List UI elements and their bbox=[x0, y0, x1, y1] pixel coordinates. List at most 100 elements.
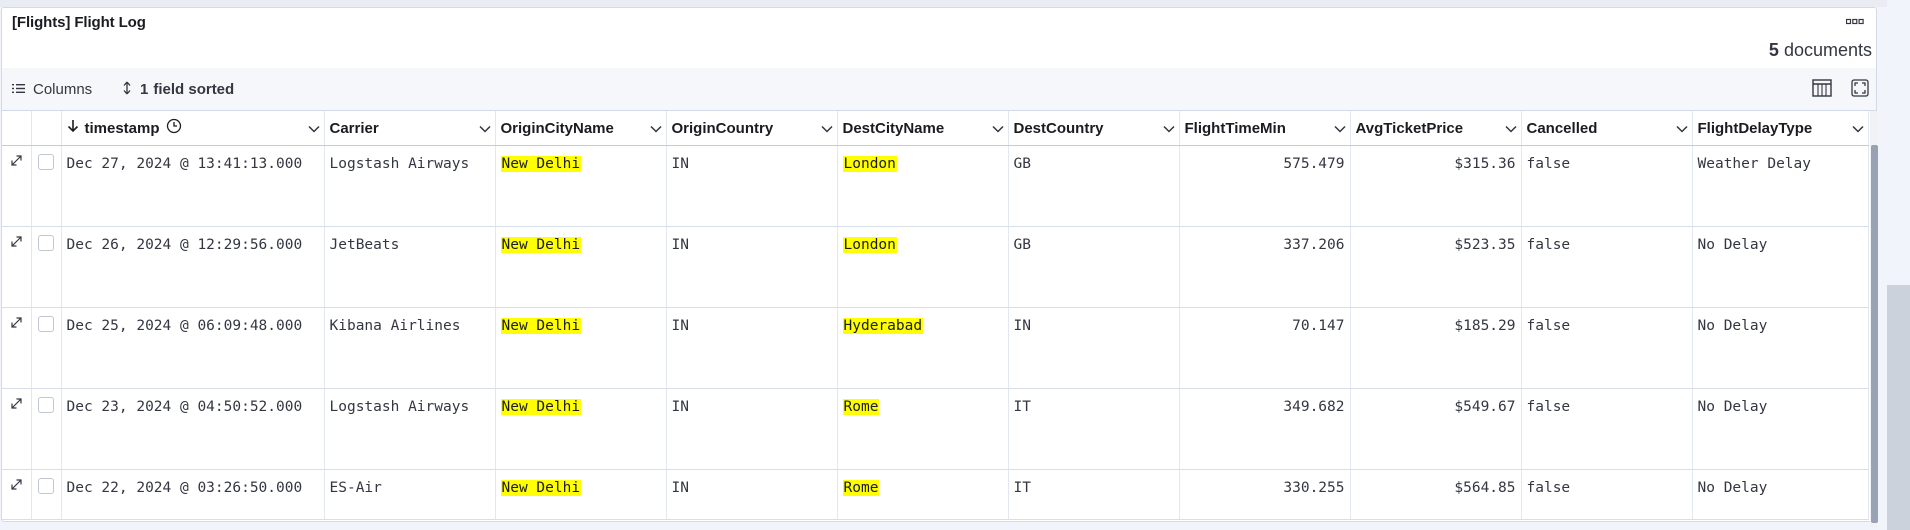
cell-cancelled[interactable]: false bbox=[1521, 307, 1693, 389]
cell-timestamp[interactable]: Dec 22, 2024 @ 03:26:50.000 bbox=[61, 469, 325, 520]
cell-timestamp[interactable]: Dec 23, 2024 @ 04:50:52.000 bbox=[61, 388, 325, 470]
cell-origin-country[interactable]: IN bbox=[666, 388, 838, 470]
cell-origin-city[interactable]: New Delhi bbox=[495, 226, 667, 308]
column-header-delay-type[interactable]: FlightDelayType bbox=[1692, 111, 1869, 146]
expand-row-icon[interactable] bbox=[10, 398, 23, 414]
grid-scrollbar[interactable] bbox=[1870, 111, 1878, 529]
density-button[interactable] bbox=[1810, 78, 1834, 101]
cell-flight-time[interactable]: 349.682 bbox=[1179, 388, 1351, 470]
column-header-ticket-price[interactable]: AvgTicketPrice bbox=[1350, 111, 1522, 146]
cell-delay-type[interactable]: No Delay bbox=[1692, 388, 1869, 470]
expand-row-icon[interactable] bbox=[10, 236, 23, 252]
cell-flight-time[interactable]: 330.255 bbox=[1179, 469, 1351, 520]
cell-delay-type[interactable]: Weather Delay bbox=[1692, 145, 1869, 227]
expand-row-icon[interactable] bbox=[10, 317, 23, 333]
cell-ticket-price[interactable]: $564.85 bbox=[1350, 469, 1522, 520]
page-scrollbar[interactable] bbox=[1887, 0, 1910, 530]
cell-carrier[interactable]: Logstash Airways bbox=[324, 388, 496, 470]
cell-dest-country[interactable]: GB bbox=[1008, 226, 1180, 308]
cell-dest-city[interactable]: Hyderabad bbox=[837, 307, 1009, 389]
cell-dest-city[interactable]: Rome bbox=[837, 388, 1009, 470]
expand-row-icon[interactable] bbox=[10, 155, 23, 171]
cell-origin-city[interactable]: New Delhi bbox=[495, 469, 667, 520]
cell-dest-country[interactable]: GB bbox=[1008, 145, 1180, 227]
cell-origin-country[interactable]: IN bbox=[666, 469, 838, 520]
chevron-down-icon[interactable] bbox=[820, 120, 833, 137]
grid-scrollbar-thumb[interactable] bbox=[1871, 145, 1878, 523]
cell-carrier[interactable]: Logstash Airways bbox=[324, 145, 496, 227]
select-cell[interactable] bbox=[31, 469, 62, 520]
expand-cell[interactable] bbox=[2, 388, 32, 470]
cell-flight-time[interactable]: 337.206 bbox=[1179, 226, 1351, 308]
cell-cancelled[interactable]: false bbox=[1521, 226, 1693, 308]
column-header-origin-city[interactable]: OriginCityName bbox=[495, 111, 667, 146]
cell-timestamp[interactable]: Dec 26, 2024 @ 12:29:56.000 bbox=[61, 226, 325, 308]
cell-origin-city[interactable]: New Delhi bbox=[495, 388, 667, 470]
fullscreen-button[interactable] bbox=[1848, 78, 1872, 101]
chevron-down-icon[interactable] bbox=[1675, 120, 1688, 137]
expand-row-icon[interactable] bbox=[10, 479, 23, 495]
cell-origin-city[interactable]: New Delhi bbox=[495, 145, 667, 227]
chevron-down-icon[interactable] bbox=[1333, 120, 1346, 137]
arrow-down-icon[interactable] bbox=[67, 119, 79, 137]
cell-dest-city[interactable]: Rome bbox=[837, 469, 1009, 520]
expand-cell[interactable] bbox=[2, 226, 32, 308]
select-cell[interactable] bbox=[31, 226, 62, 308]
cell-cancelled[interactable]: false bbox=[1521, 145, 1693, 227]
column-header-origin-country[interactable]: OriginCountry bbox=[666, 111, 838, 146]
row-checkbox[interactable] bbox=[38, 316, 54, 332]
expand-cell[interactable] bbox=[2, 469, 32, 520]
cell-timestamp[interactable]: Dec 27, 2024 @ 13:41:13.000 bbox=[61, 145, 325, 227]
expand-cell[interactable] bbox=[2, 307, 32, 389]
columns-button[interactable]: Columns bbox=[12, 68, 92, 111]
cell-carrier[interactable]: Kibana Airlines bbox=[324, 307, 496, 389]
column-header-timestamp[interactable]: timestamp bbox=[61, 111, 325, 146]
column-header-dest-country[interactable]: DestCountry bbox=[1008, 111, 1180, 146]
select-cell[interactable] bbox=[31, 388, 62, 470]
cell-ticket-price[interactable]: $185.29 bbox=[1350, 307, 1522, 389]
expand-cell[interactable] bbox=[2, 145, 32, 227]
cell-flight-time[interactable]: 575.479 bbox=[1179, 145, 1351, 227]
select-cell[interactable] bbox=[31, 145, 62, 227]
cell-dest-country[interactable]: IN bbox=[1008, 307, 1180, 389]
chevron-down-icon[interactable] bbox=[1851, 120, 1864, 137]
chevron-down-icon[interactable] bbox=[1162, 120, 1175, 137]
chevron-down-icon[interactable] bbox=[307, 120, 320, 137]
column-header-carrier[interactable]: Carrier bbox=[324, 111, 496, 146]
cell-origin-country[interactable]: IN bbox=[666, 145, 838, 227]
cell-ticket-price[interactable]: $315.36 bbox=[1350, 145, 1522, 227]
sort-button[interactable]: 1 field sorted bbox=[122, 68, 234, 111]
cell-dest-country[interactable]: IT bbox=[1008, 469, 1180, 520]
cell-ticket-price[interactable]: $523.35 bbox=[1350, 226, 1522, 308]
select-cell[interactable] bbox=[31, 307, 62, 389]
panel-options-button[interactable] bbox=[1842, 12, 1868, 32]
column-header-flight-time[interactable]: FlightTimeMin bbox=[1179, 111, 1351, 146]
cell-carrier[interactable]: ES-Air bbox=[324, 469, 496, 520]
cell-dest-city[interactable]: London bbox=[837, 145, 1009, 227]
cell-cancelled[interactable]: false bbox=[1521, 469, 1693, 520]
cell-timestamp[interactable]: Dec 25, 2024 @ 06:09:48.000 bbox=[61, 307, 325, 389]
cell-ticket-price[interactable]: $549.67 bbox=[1350, 388, 1522, 470]
cell-flight-time[interactable]: 70.147 bbox=[1179, 307, 1351, 389]
column-header-dest-city[interactable]: DestCityName bbox=[837, 111, 1009, 146]
cell-carrier[interactable]: JetBeats bbox=[324, 226, 496, 308]
row-checkbox[interactable] bbox=[38, 478, 54, 494]
chevron-down-icon[interactable] bbox=[649, 120, 662, 137]
cell-delay-type[interactable]: No Delay bbox=[1692, 307, 1869, 389]
chevron-down-icon[interactable] bbox=[1504, 120, 1517, 137]
chevron-down-icon[interactable] bbox=[478, 120, 491, 137]
chevron-down-icon[interactable] bbox=[991, 120, 1004, 137]
row-checkbox[interactable] bbox=[38, 154, 54, 170]
cell-cancelled[interactable]: false bbox=[1521, 388, 1693, 470]
column-header-cancelled[interactable]: Cancelled bbox=[1521, 111, 1693, 146]
cell-dest-city[interactable]: London bbox=[837, 226, 1009, 308]
cell-origin-city[interactable]: New Delhi bbox=[495, 307, 667, 389]
cell-dest-country[interactable]: IT bbox=[1008, 388, 1180, 470]
cell-delay-type[interactable]: No Delay bbox=[1692, 226, 1869, 308]
cell-origin-country[interactable]: IN bbox=[666, 226, 838, 308]
page-scrollbar-thumb[interactable] bbox=[1887, 285, 1910, 530]
row-checkbox[interactable] bbox=[38, 397, 54, 413]
cell-delay-type[interactable]: No Delay bbox=[1692, 469, 1869, 520]
row-checkbox[interactable] bbox=[38, 235, 54, 251]
cell-origin-country[interactable]: IN bbox=[666, 307, 838, 389]
